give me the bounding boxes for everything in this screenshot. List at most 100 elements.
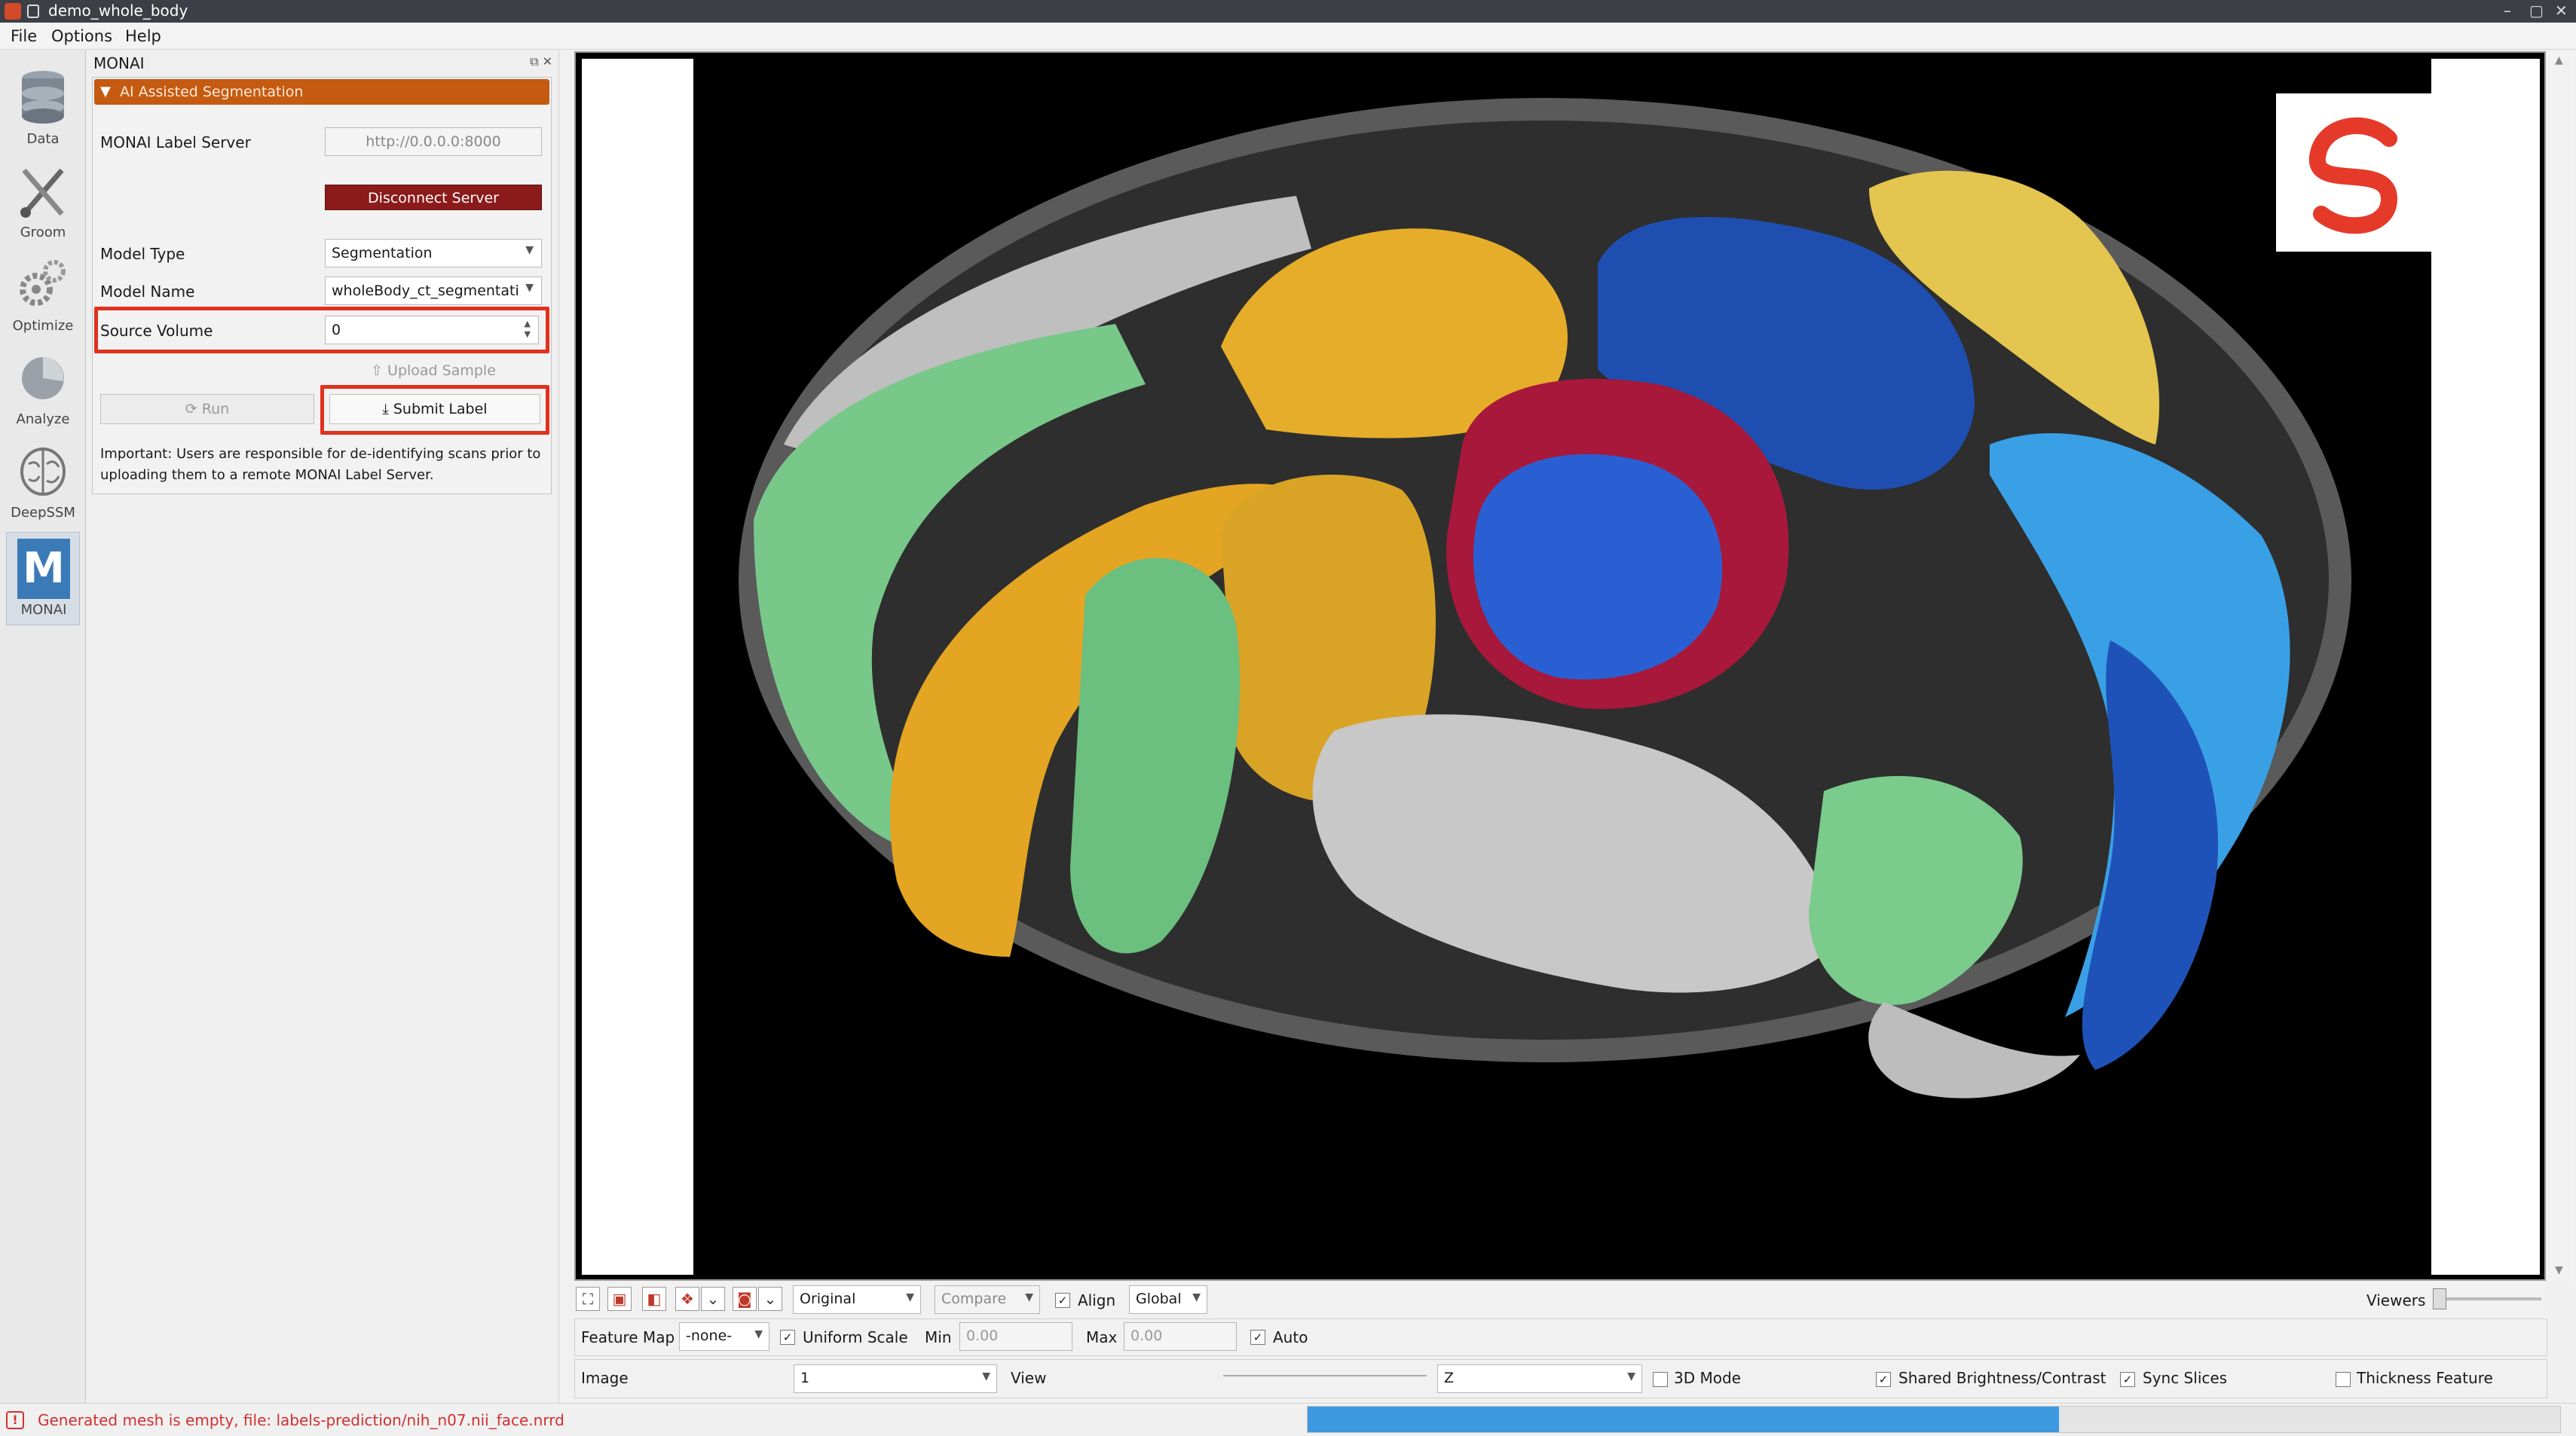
shared-brightness-label: Shared Brightness/Contrast (1898, 1369, 2106, 1387)
tool-optimize[interactable]: Optimize (6, 249, 80, 342)
chevron-down-icon: ▼ (525, 244, 534, 256)
compare-value: Compare (941, 1291, 1007, 1307)
server-url-field[interactable]: http://0.0.0.0:8000 (325, 127, 542, 156)
chevron-down-icon: ▼ (1025, 1291, 1033, 1303)
viewers-slider-handle[interactable] (2433, 1288, 2446, 1309)
menu-file[interactable]: File (11, 27, 37, 45)
menu-bar: File Options Help (0, 23, 2576, 50)
sync-slices-checkbox[interactable]: ✓ (2120, 1372, 2135, 1387)
3d-mode-checkbox[interactable] (1653, 1372, 1668, 1387)
section-header[interactable]: ▼ AI Assisted Segmentation (94, 79, 549, 105)
monai-logo-icon: M (17, 539, 70, 599)
compare-select[interactable]: Compare ▼ (935, 1285, 1040, 1314)
collapse-triangle-icon: ▼ (100, 84, 111, 99)
run-button[interactable]: ⟳ Run (100, 394, 314, 424)
menu-help[interactable]: Help (125, 27, 161, 45)
tool-data-label: Data (26, 131, 60, 147)
gears-icon (20, 260, 66, 306)
run-label: Run (201, 401, 230, 417)
chevron-down-icon[interactable]: ⌄ (701, 1287, 725, 1311)
viewers-slider-track[interactable] (2433, 1297, 2541, 1300)
uniform-scale-checkbox[interactable]: ✓ (780, 1330, 795, 1345)
submit-label-button[interactable]: ⤓ Submit Label (329, 394, 540, 424)
tool-analyze[interactable]: Analyze (6, 342, 80, 435)
tool-deepssm[interactable]: DeepSSM (6, 435, 80, 529)
pie-chart-icon (22, 357, 64, 399)
view-slider[interactable] (1223, 1375, 1427, 1376)
feature-map-select[interactable]: -none- ▼ (679, 1322, 769, 1351)
submit-label-text: Submit Label (393, 401, 488, 417)
scroll-down-icon[interactable]: ▼ (2555, 1264, 2563, 1276)
groom-tools-icon (20, 168, 64, 218)
chevron-down-icon[interactable]: ⌄ (758, 1287, 782, 1311)
image-viewer[interactable] (574, 51, 2546, 1281)
section-title: AI Assisted Segmentation (120, 84, 304, 100)
max-spinbox[interactable]: 0.00 (1124, 1322, 1237, 1351)
maximize-button[interactable]: ▢ (2529, 2, 2544, 20)
shared-brightness-checkbox[interactable]: ✓ (1876, 1372, 1891, 1387)
view-mode-value: Original (800, 1291, 856, 1307)
image-select[interactable]: 1 ▼ (794, 1364, 997, 1393)
database-icon (22, 71, 64, 124)
auto-label: Auto (1273, 1328, 1308, 1346)
server-label: MONAI Label Server (100, 133, 251, 151)
chevron-down-icon: ▼ (1192, 1291, 1201, 1303)
max-value: 0.00 (1130, 1328, 1163, 1344)
spin-arrows-icon[interactable]: ▲ ▼ (525, 319, 531, 340)
seg-blue-vertebra (1473, 454, 1723, 680)
tool-groom-label: Groom (20, 225, 66, 240)
brain-icon (20, 448, 66, 496)
upload-sample-label: Upload Sample (387, 362, 496, 379)
model-type-select[interactable]: Segmentation ▼ (325, 239, 542, 267)
max-label: Max (1086, 1328, 1118, 1346)
tool-monai-label: MONAI (20, 602, 67, 618)
thickness-feature-label: Thickness Feature (2357, 1369, 2493, 1387)
source-volume-value: 0 (332, 322, 341, 338)
viewer-left-margin (582, 59, 693, 1275)
feature-map-label: Feature Map (581, 1328, 675, 1346)
window-icon (27, 5, 39, 18)
tool-monai[interactable]: M MONAI (6, 532, 80, 625)
ai-segmentation-section: ▼ AI Assisted Segmentation MONAI Label S… (92, 77, 552, 494)
snapshot-icon[interactable]: ◧ (642, 1287, 666, 1311)
min-spinbox[interactable]: 0.00 (959, 1322, 1072, 1351)
scroll-up-icon[interactable]: ▲ (2555, 54, 2563, 66)
auto-checkbox[interactable]: ✓ (1250, 1330, 1265, 1345)
align-mode-value: Global (1136, 1291, 1182, 1307)
view-label: View (1011, 1369, 1047, 1387)
progress-bar (1307, 1406, 2561, 1433)
disconnect-server-button[interactable]: Disconnect Server (325, 185, 542, 210)
tool-data[interactable]: Data (6, 62, 80, 155)
image-label: Image (581, 1369, 629, 1387)
menu-options[interactable]: Options (51, 27, 112, 45)
uniform-scale-label: Uniform Scale (803, 1328, 908, 1346)
thickness-feature-checkbox[interactable] (2336, 1372, 2351, 1387)
minimize-button[interactable]: – (2504, 2, 2511, 20)
fit-view-icon[interactable]: ⛶ (576, 1287, 600, 1311)
model-name-select[interactable]: wholeBody_ct_segmentati ▼ (325, 277, 542, 305)
align-mode-select[interactable]: Global ▼ (1129, 1285, 1207, 1314)
close-button[interactable]: ✕ (2555, 2, 2568, 20)
capture-icon[interactable]: ▣ (607, 1287, 632, 1311)
model-name-value: wholeBody_ct_segmentati (332, 283, 519, 299)
tool-groom[interactable]: Groom (6, 155, 80, 249)
seg-gray-lower-right (1868, 1002, 2080, 1098)
align-checkbox[interactable]: ✓ (1055, 1293, 1070, 1308)
view-mode-select[interactable]: Original ▼ (793, 1285, 921, 1314)
viewer-scrollbar[interactable]: ▲ ▼ (2547, 51, 2574, 1281)
render-icon[interactable]: ❖ (675, 1287, 699, 1311)
chevron-down-icon: ▼ (525, 282, 534, 294)
source-volume-label: Source Volume (100, 322, 213, 340)
min-label: Min (925, 1328, 952, 1346)
tool-analyze-label: Analyze (16, 411, 70, 427)
panel-dock-buttons[interactable]: ⧉ ✕ (530, 54, 552, 69)
min-value: 0.00 (966, 1328, 999, 1344)
3d-view-icon[interactable]: ◙ (733, 1287, 757, 1311)
feature-map-row: Feature Map -none- ▼ ✓ Uniform Scale Min … (574, 1318, 2547, 1356)
tool-optimize-label: Optimize (12, 318, 74, 334)
upload-sample-button[interactable]: ⇧ Upload Sample (325, 356, 542, 386)
source-volume-spinbox[interactable]: 0 ▲ ▼ (325, 316, 539, 344)
module-toolbar: Data Groom Optimize Analyze DeepSSM M MO… (0, 50, 86, 1403)
axis-select[interactable]: Z ▼ (1437, 1364, 1642, 1393)
3d-mode-label: 3D Mode (1674, 1369, 1741, 1387)
